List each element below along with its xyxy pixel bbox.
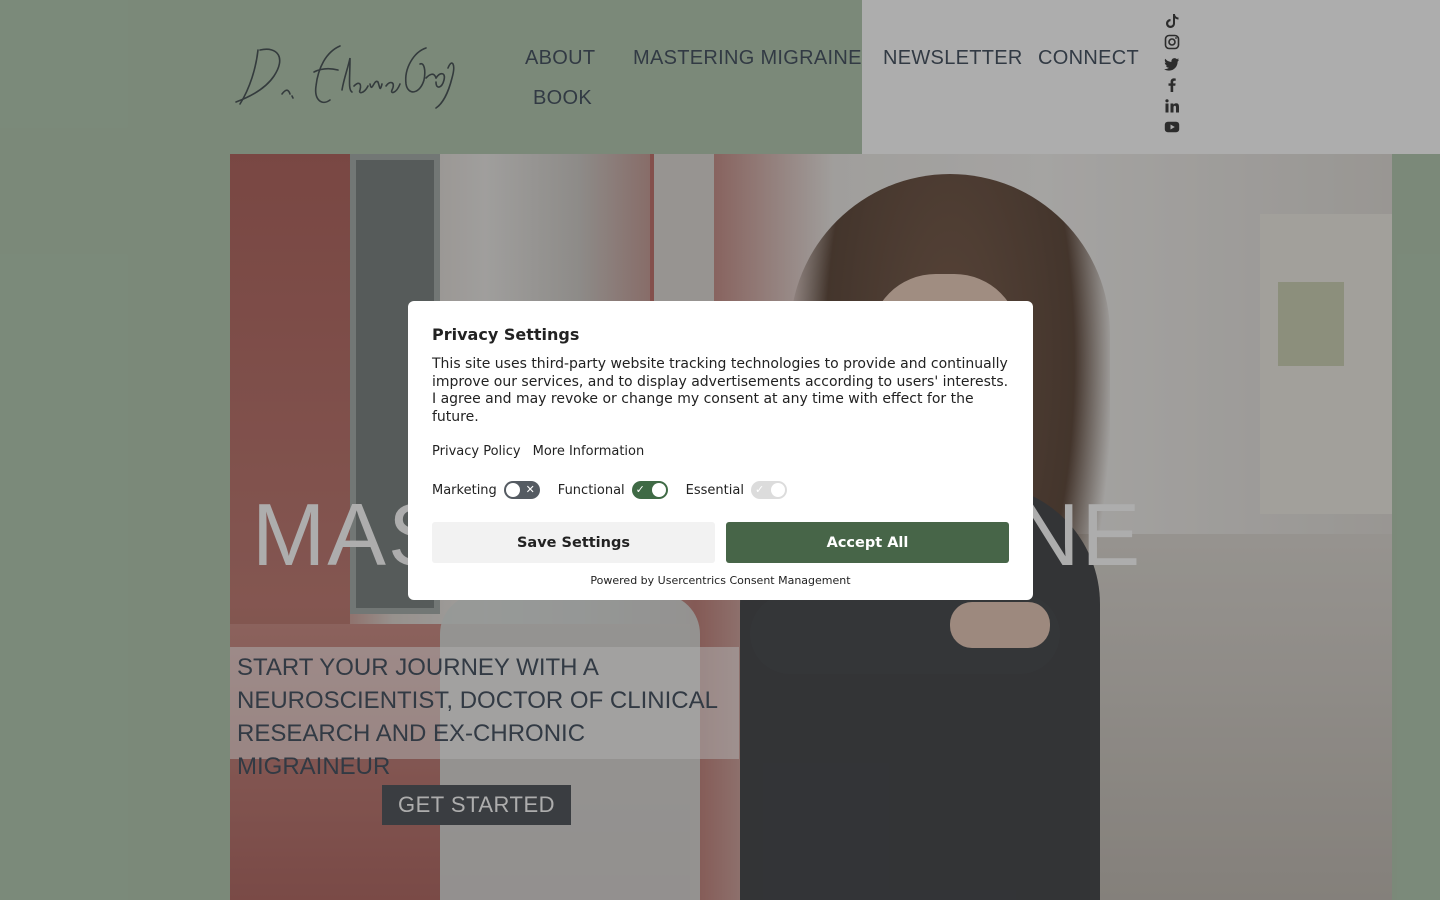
toggle-label-marketing: Marketing (432, 482, 497, 498)
accept-all-button[interactable]: Accept All (726, 522, 1009, 563)
more-information-link[interactable]: More Information (533, 444, 645, 459)
toggle-item-marketing: Marketing ✕ (432, 481, 540, 499)
toggle-knob (770, 483, 785, 497)
checkmark-icon: ✓ (754, 483, 765, 496)
powered-by-text[interactable]: Powered by Usercentrics Consent Manageme… (408, 574, 1033, 587)
toggle-label-functional: Functional (557, 482, 625, 498)
functional-toggle[interactable]: ✓ (631, 481, 668, 499)
marketing-toggle[interactable]: ✕ (503, 481, 540, 499)
save-settings-button[interactable]: Save Settings (432, 522, 715, 563)
consent-toggles: Marketing ✕ Functional ✓ Essential ✓ (432, 481, 805, 499)
toggle-label-essential: Essential (685, 482, 744, 498)
dialog-title: Privacy Settings (432, 325, 580, 344)
privacy-policy-link[interactable]: Privacy Policy (432, 444, 521, 459)
dialog-description: This site uses third-party website track… (432, 356, 1009, 425)
close-icon: ✕ (525, 483, 535, 496)
privacy-settings-dialog: Privacy Settings This site uses third-pa… (408, 301, 1033, 600)
checkmark-icon: ✓ (635, 483, 645, 496)
dialog-links: Privacy Policy More Information (432, 444, 644, 459)
toggle-item-functional: Functional ✓ (558, 481, 668, 499)
toggle-item-essential: Essential ✓ (686, 481, 787, 499)
toggle-knob (651, 483, 666, 497)
essential-toggle: ✓ (750, 481, 787, 499)
toggle-knob (505, 483, 520, 497)
